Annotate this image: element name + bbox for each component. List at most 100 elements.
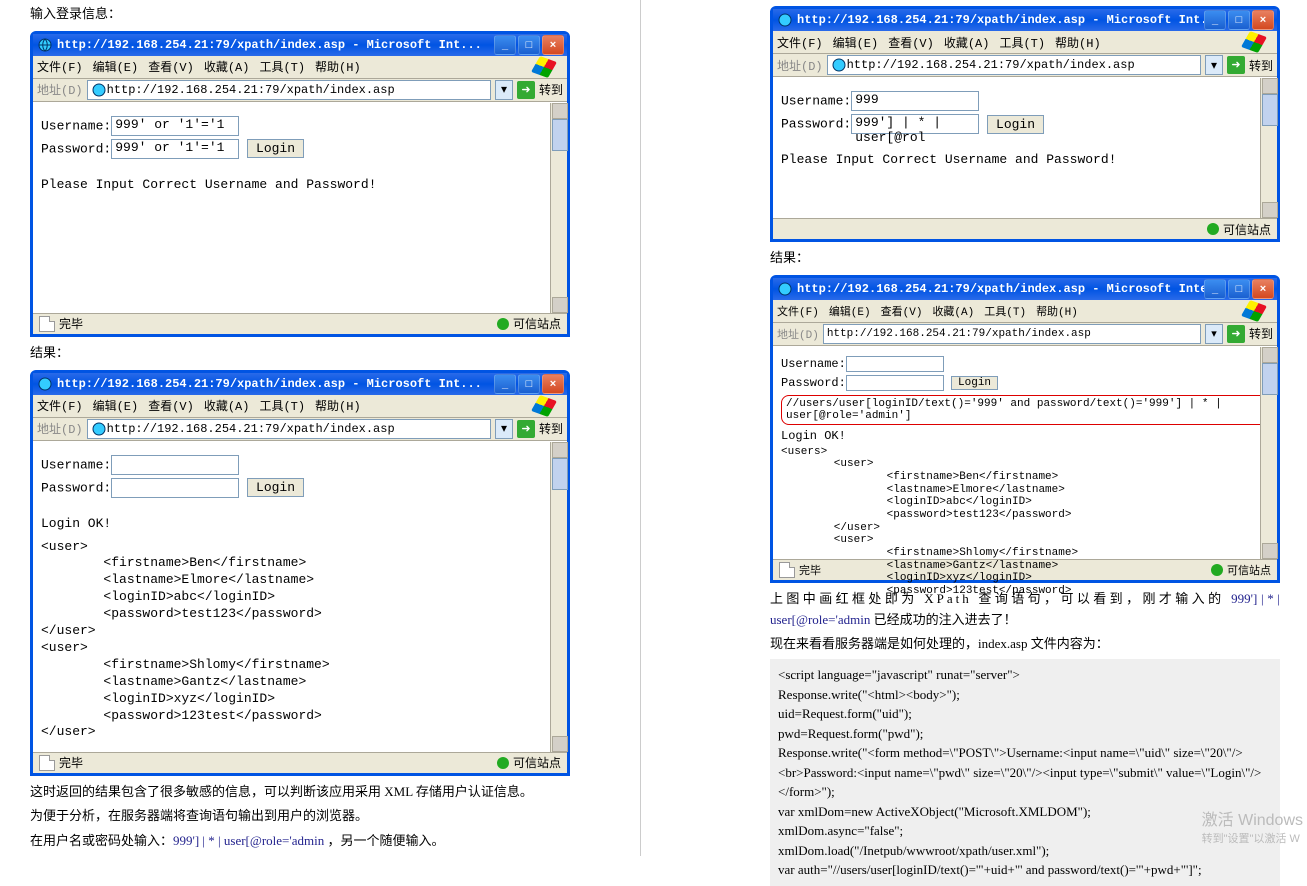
address-url: http://192.168.254.21:79/xpath/index.asp: [847, 58, 1135, 72]
page-content: Username: Password: Login //users/user[l…: [773, 346, 1277, 559]
menu-help[interactable]: 帮助(H): [315, 397, 361, 414]
menu-tools[interactable]: 工具(T): [259, 397, 305, 414]
heading-input-login: 输入登录信息：: [30, 4, 570, 25]
login-button[interactable]: Login: [951, 376, 998, 390]
maximize-button[interactable]: □: [518, 374, 540, 394]
username-label: Username:: [41, 118, 111, 133]
menu-tools[interactable]: 工具(T): [259, 58, 305, 75]
close-button[interactable]: ×: [1252, 279, 1274, 299]
go-button-icon[interactable]: ➜: [517, 420, 535, 438]
left-column: 输入登录信息： http://192.168.254.21:79/xpath/i…: [30, 0, 570, 856]
menu-file[interactable]: 文件(F): [777, 34, 823, 51]
menu-view[interactable]: 查看(V): [148, 397, 194, 414]
titlebar: http://192.168.254.21:79/xpath/index.asp…: [33, 373, 567, 395]
watermark-line-2: 转到"设置"以激活 W: [1202, 832, 1303, 846]
menu-fav[interactable]: 收藏(A): [204, 58, 250, 75]
scrollbar-vertical[interactable]: [550, 442, 567, 752]
trusted-icon: [497, 757, 509, 769]
menubar: 文件(F) 编辑(E) 查看(V) 收藏(A) 工具(T) 帮助(H): [773, 300, 1277, 323]
menu-fav[interactable]: 收藏(A): [944, 34, 990, 51]
minimize-button[interactable]: _: [494, 35, 516, 55]
right-column: http://192.168.254.21:79/xpath/index.asp…: [770, 0, 1280, 886]
menu-edit[interactable]: 编辑(E): [833, 34, 879, 51]
minimize-button[interactable]: _: [1204, 10, 1226, 30]
login-button[interactable]: Login: [247, 139, 304, 158]
address-dropdown[interactable]: ▾: [495, 419, 513, 439]
password-input[interactable]: [111, 478, 239, 498]
go-button-icon[interactable]: ➜: [517, 81, 535, 99]
go-button-icon[interactable]: ➜: [1227, 325, 1245, 343]
username-input[interactable]: 999: [851, 91, 979, 111]
password-label: Password:: [781, 376, 846, 390]
menu-edit[interactable]: 编辑(E): [829, 303, 871, 319]
address-input[interactable]: http://192.168.254.21:79/xpath/index.asp: [827, 55, 1201, 75]
page-content: Username:999 Password:999'] | * | user[@…: [773, 77, 1277, 218]
menu-fav[interactable]: 收藏(A): [932, 303, 974, 319]
menu-view[interactable]: 查看(V): [888, 34, 934, 51]
close-button[interactable]: ×: [542, 35, 564, 55]
close-button[interactable]: ×: [1252, 10, 1274, 30]
result-label: 结果：: [770, 248, 1280, 269]
address-input[interactable]: http://192.168.254.21:79/xpath/index.asp: [823, 324, 1201, 344]
menu-help[interactable]: 帮助(H): [315, 58, 361, 75]
login-button[interactable]: Login: [987, 115, 1044, 134]
scrollbar-vertical[interactable]: [550, 103, 567, 313]
address-label: 地址(D): [37, 81, 83, 98]
menu-view[interactable]: 查看(V): [881, 303, 923, 319]
menu-file[interactable]: 文件(F): [37, 397, 83, 414]
menubar: 文件(F) 编辑(E) 查看(V) 收藏(A) 工具(T) 帮助(H): [33, 56, 567, 79]
minimize-button[interactable]: _: [1204, 279, 1226, 299]
menu-edit[interactable]: 编辑(E): [93, 397, 139, 414]
ie-window-1: http://192.168.254.21:79/xpath/index.asp…: [30, 31, 570, 337]
maximize-button[interactable]: □: [1228, 279, 1250, 299]
username-input[interactable]: [846, 356, 944, 372]
maximize-button[interactable]: □: [518, 35, 540, 55]
error-message: Please Input Correct Username and Passwo…: [41, 177, 559, 192]
username-input[interactable]: 999' or '1'='1: [111, 116, 239, 136]
address-dropdown[interactable]: ▾: [1205, 324, 1223, 344]
page-content: Username: Password: Login Login OK! <use…: [33, 441, 567, 752]
password-input[interactable]: 999' or '1'='1: [111, 139, 239, 159]
login-ok: Login OK!: [41, 516, 559, 531]
menu-help[interactable]: 帮助(H): [1055, 34, 1101, 51]
titlebar: http://192.168.254.21:79/xpath/index.asp…: [33, 34, 567, 56]
address-input[interactable]: http://192.168.254.21:79/xpath/index.asp: [87, 419, 491, 439]
status-trust: 可信站点: [513, 754, 561, 771]
address-bar: 地址(D) http://192.168.254.21:79/xpath/ind…: [773, 323, 1277, 346]
trusted-icon: [497, 318, 509, 330]
address-dropdown[interactable]: ▾: [495, 80, 513, 100]
statusbar: 可信站点: [773, 218, 1277, 239]
close-button[interactable]: ×: [542, 374, 564, 394]
username-input[interactable]: [111, 455, 239, 475]
login-button[interactable]: Login: [247, 478, 304, 497]
go-button-label[interactable]: 转到: [539, 81, 563, 98]
go-button-icon[interactable]: ➜: [1227, 56, 1245, 74]
menu-tools[interactable]: 工具(T): [999, 34, 1045, 51]
address-dropdown[interactable]: ▾: [1205, 55, 1223, 75]
ie-window-3: http://192.168.254.21:79/xpath/index.asp…: [770, 6, 1280, 242]
address-url: http://192.168.254.21:79/xpath/index.asp: [827, 328, 1091, 340]
xml-output: <user> <firstname>Ben</firstname> <lastn…: [41, 539, 559, 742]
menu-fav[interactable]: 收藏(A): [204, 397, 250, 414]
password-input[interactable]: [846, 375, 944, 391]
windows-logo-icon: [1245, 302, 1263, 320]
menu-tools[interactable]: 工具(T): [984, 303, 1026, 319]
address-input[interactable]: http://192.168.254.21:79/xpath/index.asp: [87, 80, 491, 100]
password-input[interactable]: 999'] | * | user[@rol: [851, 114, 979, 134]
menu-file[interactable]: 文件(F): [37, 58, 83, 75]
scrollbar-vertical[interactable]: [1260, 347, 1277, 559]
go-button-label[interactable]: 转到: [539, 420, 563, 437]
menu-view[interactable]: 查看(V): [148, 58, 194, 75]
menu-edit[interactable]: 编辑(E): [93, 58, 139, 75]
scrollbar-vertical[interactable]: [1260, 78, 1277, 218]
status-trust: 可信站点: [513, 315, 561, 332]
go-button-label[interactable]: 转到: [1249, 325, 1273, 342]
minimize-button[interactable]: _: [494, 374, 516, 394]
address-label: 地址(D): [777, 57, 823, 74]
password-label: Password:: [41, 480, 111, 495]
ie-window-2: http://192.168.254.21:79/xpath/index.asp…: [30, 370, 570, 776]
go-button-label[interactable]: 转到: [1249, 57, 1273, 74]
maximize-button[interactable]: □: [1228, 10, 1250, 30]
menu-help[interactable]: 帮助(H): [1036, 303, 1078, 319]
menu-file[interactable]: 文件(F): [777, 303, 819, 319]
